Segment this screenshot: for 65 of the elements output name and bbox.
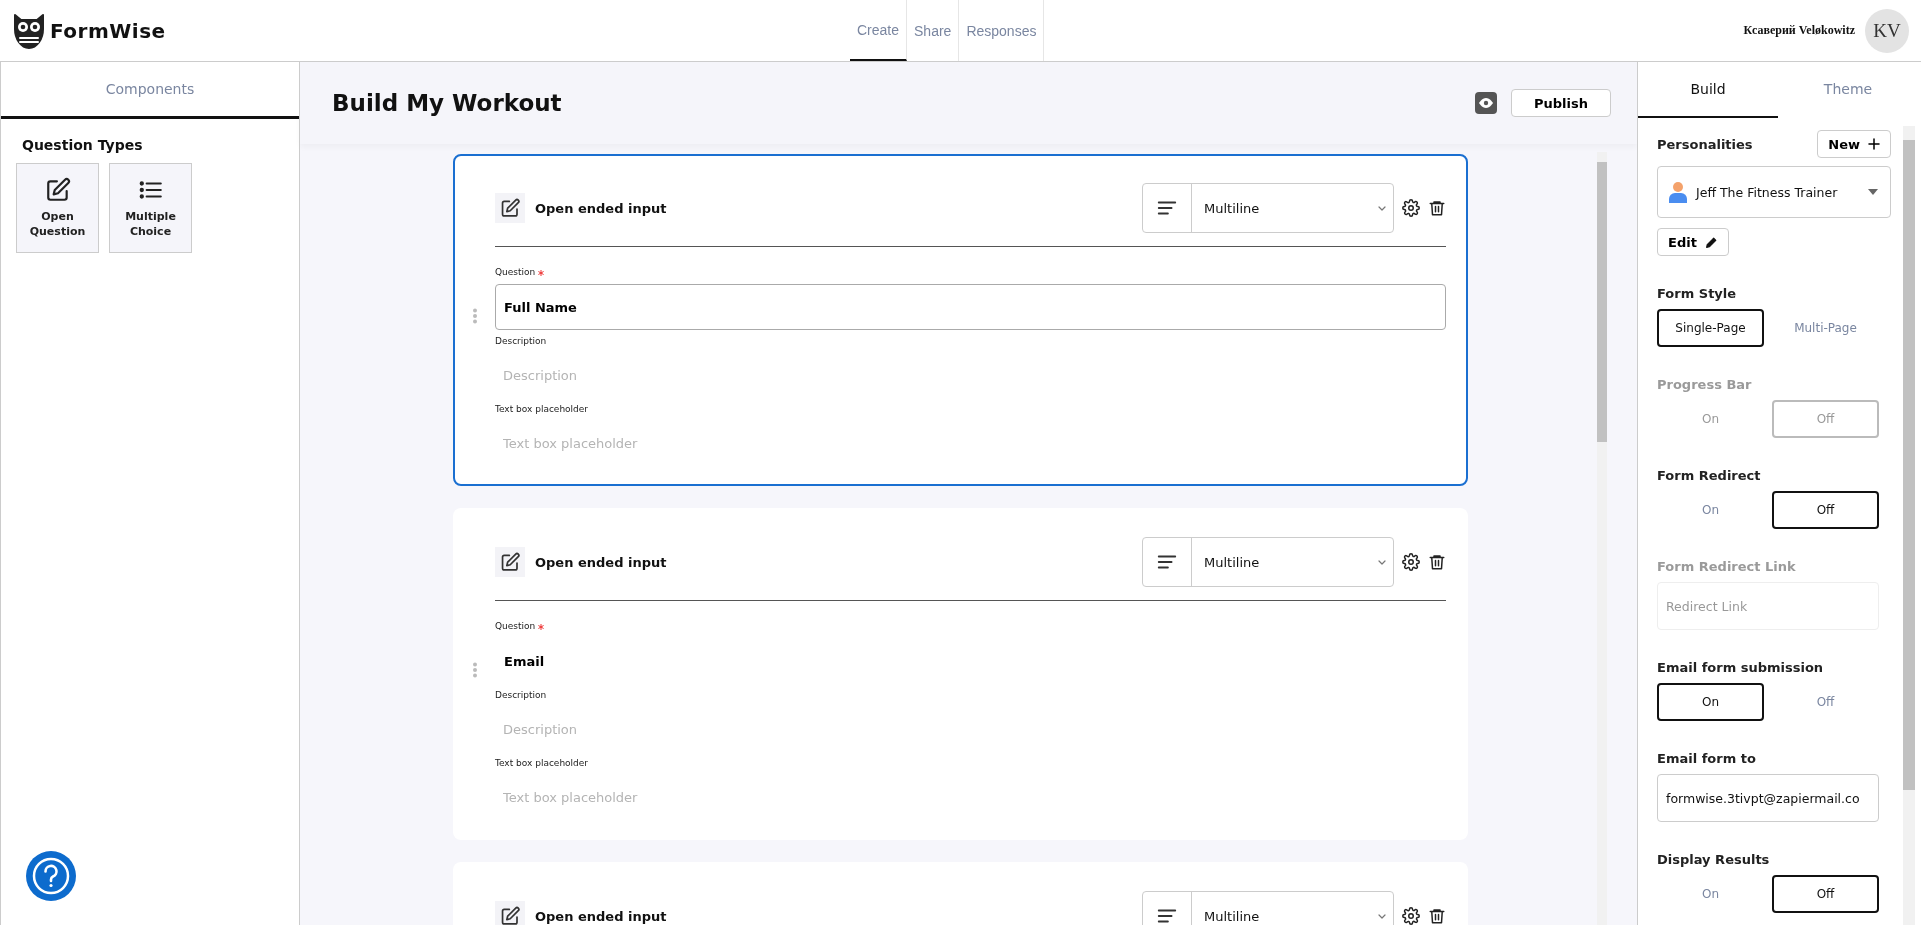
scrollbar[interactable] — [1903, 126, 1915, 925]
scrollbar[interactable] — [1597, 152, 1607, 925]
setting-label: Email form submission — [1657, 660, 1825, 675]
drag-handle-icon[interactable] — [472, 308, 478, 324]
edit-square-icon — [495, 901, 525, 925]
field-label: Text box placeholder — [495, 758, 590, 768]
user-avatar[interactable]: KV — [1865, 8, 1909, 53]
new-button[interactable]: New — [1817, 130, 1891, 158]
settings-icon[interactable] — [1402, 553, 1420, 571]
toggle-option[interactable]: Off — [1772, 875, 1879, 913]
user-name: Ксаверий Veløkowitz — [1743, 23, 1855, 38]
setting-label: Form Style — [1657, 286, 1738, 301]
drag-handle-icon[interactable] — [472, 662, 478, 678]
question-type-label: Open ended input — [535, 200, 667, 216]
publish-button[interactable]: Publish — [1511, 89, 1611, 117]
eye-icon[interactable] — [1475, 92, 1497, 114]
required-icon — [538, 622, 545, 632]
settings-icon[interactable] — [1402, 199, 1420, 217]
pencil-icon — [1704, 235, 1718, 249]
personality-select[interactable]: Jeff The Fitness Trainer — [1657, 166, 1891, 218]
caret-down-icon — [1868, 189, 1878, 195]
component-tile[interactable]: Open Question — [16, 163, 99, 253]
nav-tab[interactable]: Responses — [959, 0, 1045, 61]
plus-icon — [1868, 138, 1880, 150]
question-type-label: Open ended input — [535, 554, 667, 570]
type-select[interactable]: Multiline — [1142, 891, 1394, 925]
question-input[interactable]: Full Name — [495, 284, 1446, 330]
edit-square-icon — [495, 547, 525, 577]
edit-square-icon — [44, 176, 71, 203]
edit-square-icon — [495, 193, 525, 223]
toggle-option[interactable]: Off — [1772, 491, 1879, 529]
toggle-option[interactable]: Single-Page — [1657, 309, 1764, 347]
trash-icon[interactable] — [1428, 199, 1446, 217]
field-label: Description — [495, 690, 548, 700]
setting-label: Form Redirect Link — [1657, 559, 1797, 574]
owl-logo-icon — [12, 11, 46, 50]
section-title: Question Types — [21, 136, 144, 155]
setting-label: Personalities — [1657, 136, 1753, 152]
setting-label: Form Redirect — [1657, 468, 1762, 483]
trash-icon[interactable] — [1428, 553, 1446, 571]
setting-label: Display Results — [1657, 852, 1771, 867]
person-icon — [1668, 181, 1688, 203]
setting-label: Progress Bar — [1657, 377, 1753, 392]
question-type-label: Open ended input — [535, 908, 667, 924]
required-icon — [538, 268, 545, 278]
settings-icon[interactable] — [1402, 907, 1420, 925]
help-icon[interactable] — [25, 850, 77, 902]
field-label: Question — [495, 621, 1446, 632]
question-card[interactable]: Open ended input Multiline — [453, 862, 1468, 925]
question-card[interactable]: Open ended input Multiline Question Full Name Description Description Text box placeholder Text box placeholder — [453, 154, 1468, 486]
toggle-option[interactable]: On — [1657, 683, 1764, 721]
edit-button[interactable]: Edit — [1657, 228, 1729, 256]
type-select[interactable]: Multiline — [1142, 537, 1394, 587]
field-label: Text box placeholder — [495, 404, 590, 414]
trash-icon[interactable] — [1428, 907, 1446, 925]
text-field[interactable]: formwise.3tivpt@zapiermail.co — [1657, 774, 1879, 822]
field-label: Description — [495, 336, 548, 346]
component-tile[interactable]: Multiple Choice — [109, 163, 192, 253]
question-card[interactable]: Open ended input Multiline Question Email Description Description Text box placeholder Text box placeholder — [453, 508, 1468, 840]
form-title: Build My Workout — [332, 90, 562, 116]
type-select[interactable]: Multiline — [1142, 183, 1394, 233]
field-label: Question — [495, 267, 1446, 278]
setting-label: Email form to — [1657, 751, 1757, 766]
nav-tab[interactable]: Share — [907, 0, 960, 61]
app-logo-text: FormWise — [50, 18, 166, 43]
